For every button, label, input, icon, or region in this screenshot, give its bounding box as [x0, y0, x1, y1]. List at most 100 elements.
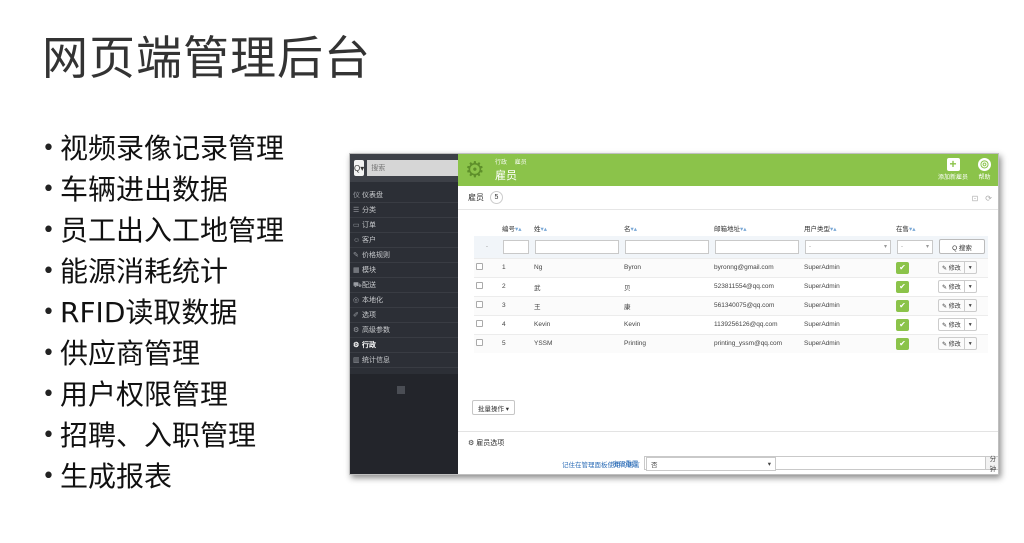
cell-email: 1139256126@qq.com — [712, 314, 802, 334]
cell-firstname: Kevin — [622, 314, 712, 334]
bullet-dot-icon: • — [42, 136, 55, 161]
add-employee-button[interactable]: + 添加新雇员 — [938, 158, 968, 182]
sidebar-item-customers[interactable]: ☺ 客户 — [350, 233, 458, 248]
search-type-button[interactable]: Q▾ — [354, 160, 365, 176]
caret-down-icon[interactable]: ▼ — [963, 281, 976, 292]
row-checkbox[interactable] — [476, 263, 483, 270]
refresh-icon[interactable]: ⟳ — [985, 194, 992, 203]
edit-button-group: ✎ 修改 ▼ — [938, 261, 977, 274]
row-checkbox[interactable] — [476, 282, 483, 289]
active-check-icon[interactable]: ✔ — [896, 299, 909, 312]
active-check-icon[interactable]: ✔ — [896, 261, 909, 274]
sidebar-search-input[interactable] — [367, 160, 467, 176]
cell-lastname: Kevin — [532, 314, 622, 334]
active-check-icon[interactable]: ✔ — [896, 280, 909, 293]
cell-email: printing_yssm@qq.com — [712, 333, 802, 353]
stats-icon: ▥ — [353, 357, 360, 364]
language-select[interactable]: 否 ▾ — [646, 457, 776, 471]
cell-email: 523811554@qq.com — [712, 276, 802, 296]
slide-title: 网页端管理后台 — [42, 31, 371, 85]
filter-search-button[interactable]: Q 搜索 — [939, 239, 985, 255]
edit-button-group: ✎ 修改 ▼ — [938, 280, 977, 293]
dashboard-icon: 仪 — [353, 192, 360, 199]
cell-id: 3 — [500, 295, 532, 315]
caret-down-icon[interactable]: ▼ — [963, 300, 976, 311]
sidebar-item-stats[interactable]: ▥ 统计信息 — [350, 353, 458, 368]
sort-icon[interactable]: ▾▴ — [830, 226, 837, 233]
edit-button[interactable]: ✎ 修改 — [939, 281, 964, 292]
row-checkbox[interactable] — [476, 301, 483, 308]
filter-id-input[interactable] — [503, 239, 529, 254]
cell-firstname: 贝 — [622, 276, 712, 296]
sidebar-item-dashboard[interactable]: 仪仪表盘 — [350, 188, 458, 203]
plus-icon: + — [946, 158, 960, 171]
caret-down-icon[interactable]: ▼ — [963, 338, 976, 350]
cell-usertype: SuperAdmin — [802, 257, 894, 277]
sort-icon[interactable]: ▾▴ — [740, 226, 747, 233]
edit-button[interactable]: ✎ 修改 — [939, 262, 964, 273]
catalog-icon: ☰ — [353, 207, 360, 214]
bullet-dot-icon: • — [42, 341, 55, 366]
column-header-lastname[interactable]: 姓▾▴ — [532, 220, 622, 236]
breadcrumb-item[interactable]: 雇员 — [515, 160, 527, 166]
breadcrumb-item[interactable]: 行政 — [495, 160, 507, 166]
sidebar-menu: 仪仪表盘 ☰ 分类 ▭ 订单 ☺ 客户 ✎ 价格规则 ▦ 模块 ⛟ 配送 ◎ 本地化 ✐ 选项 … — [350, 188, 458, 368]
sort-icon[interactable]: ▾▴ — [541, 226, 548, 233]
bullet-dot-icon: • — [42, 259, 55, 284]
sidebar-item-price-rules[interactable]: ✎ 价格规则 — [350, 248, 458, 263]
row-checkbox[interactable] — [476, 339, 483, 347]
sidebar-item-shipping[interactable]: ⛟ 配送 — [350, 278, 458, 293]
edit-button[interactable]: ✎ 修改 — [939, 300, 964, 311]
bullet-dot-icon: • — [42, 382, 55, 407]
active-check-icon[interactable]: ✔ — [896, 318, 909, 331]
help-button[interactable]: ◎ 帮助 — [978, 158, 991, 181]
filter-usertype-select[interactable]: - ▾ — [805, 239, 891, 254]
edit-button[interactable]: ✎ 修改 — [939, 319, 964, 330]
sort-icon[interactable]: ▾▴ — [909, 226, 916, 233]
caret-down-icon[interactable]: ▼ — [963, 319, 976, 330]
filter-lastname-input[interactable] — [535, 239, 619, 254]
bullet-item: • 供应商管理 — [42, 333, 284, 374]
filter-active-select[interactable]: - ▾ — [897, 239, 933, 254]
column-header-usertype[interactable]: 用户类型▾▴ — [802, 220, 894, 236]
sidebar-item-orders[interactable]: ▭ 订单 — [350, 218, 458, 233]
filter-row: - - ▾ - ▾ Q 搜索 — [474, 236, 988, 258]
filter-firstname-input[interactable] — [625, 239, 709, 254]
cell-usertype: SuperAdmin — [802, 276, 894, 296]
edit-button[interactable]: ✎ 修改 — [939, 338, 964, 349]
caret-down-icon: ▾ — [883, 244, 887, 251]
count-badge: 5 — [490, 191, 503, 204]
export-icon[interactable]: ⊡ — [972, 194, 979, 203]
row-checkbox[interactable] — [476, 320, 483, 327]
cell-email: byronng@gmail.com — [712, 257, 802, 277]
cell-id: 5 — [500, 333, 532, 353]
sidebar-item-administration[interactable]: ⚙ 行政 — [350, 338, 458, 353]
caret-down-icon[interactable]: ▼ — [963, 262, 976, 273]
cell-usertype: SuperAdmin — [802, 314, 894, 334]
sidebar-item-preferences[interactable]: ✐ 选项 — [350, 308, 458, 323]
page-header: ⚙ 行政 雇员 雇员 + 添加新雇员 ◎ 帮助 — [458, 154, 998, 186]
column-header-id[interactable]: 编号▾▴ — [500, 220, 532, 236]
sidebar-item-advanced[interactable]: ⚙ 高级参数 — [350, 323, 458, 338]
bullet-item: • 视频录像记录管理 — [42, 128, 284, 169]
sidebar-item-label: 统计信息 — [362, 357, 390, 364]
panel-tools: ⊡ ⟳ — [972, 194, 992, 203]
collapse-icon[interactable] — [397, 386, 405, 394]
sort-icon[interactable]: ▾▴ — [631, 226, 638, 233]
column-header-firstname[interactable]: 名▾▴ — [622, 220, 712, 236]
column-header-email[interactable]: 邮箱地址▾▴ — [712, 220, 802, 236]
bulk-actions-button[interactable]: 批量操作 ▾ — [472, 400, 516, 415]
active-check-icon[interactable]: ✔ — [896, 337, 909, 350]
bullet-item: • 车辆进出数据 — [42, 169, 284, 210]
language-label: 记住在管理面板使用的语言 — [562, 462, 640, 469]
table-header-row: 编号▾▴ 姓▾▴ 名▾▴ 邮箱地址▾▴ 用户类型▾▴ 在售▾▴ — [474, 220, 988, 236]
sidebar-item-catalog[interactable]: ☰ 分类 — [350, 203, 458, 218]
table-row: 5 YSSM Printing printing_yssm@qq.com Sup… — [474, 333, 988, 353]
column-header-active[interactable]: 在售▾▴ — [894, 220, 936, 236]
language-option-area: 记住在管理面板使用的语言 否 ▾ — [458, 456, 998, 474]
sidebar-item-localization[interactable]: ◎ 本地化 — [350, 293, 458, 308]
cell-usertype: SuperAdmin — [802, 295, 894, 315]
sort-icon[interactable]: ▾▴ — [515, 226, 522, 233]
sidebar-item-modules[interactable]: ▦ 模块 — [350, 263, 458, 278]
filter-email-input[interactable] — [715, 239, 799, 254]
